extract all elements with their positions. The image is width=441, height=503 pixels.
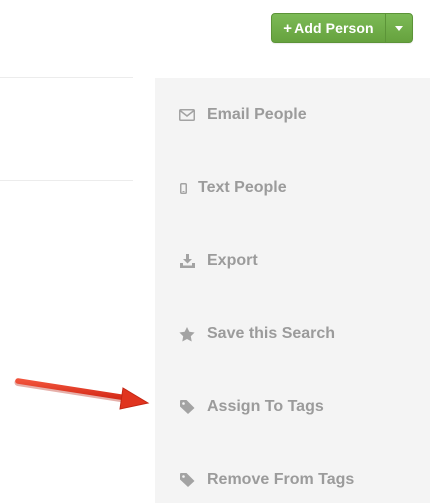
save-search-label: Save this Search xyxy=(207,325,336,342)
star-icon xyxy=(179,326,195,342)
download-icon xyxy=(179,253,195,269)
add-person-dropdown-toggle[interactable] xyxy=(386,14,412,42)
email-people-action[interactable]: Email People xyxy=(179,100,307,130)
add-person-label: Add Person xyxy=(294,20,374,36)
bulk-actions-panel: Email People Text People Export Save thi… xyxy=(155,78,430,503)
assign-to-tags-action[interactable]: Assign To Tags xyxy=(179,392,324,422)
content-divider xyxy=(0,180,133,181)
export-action[interactable]: Export xyxy=(179,246,258,276)
export-label: Export xyxy=(207,252,258,269)
tag-icon xyxy=(179,472,195,488)
remove-from-tags-action[interactable]: Remove From Tags xyxy=(179,465,354,495)
tag-icon xyxy=(179,399,195,415)
remove-from-tags-label: Remove From Tags xyxy=(207,471,355,488)
text-people-label: Text People xyxy=(198,179,287,196)
plus-icon: + xyxy=(283,19,293,37)
add-person-button[interactable]: + Add Person xyxy=(272,14,386,42)
envelope-icon xyxy=(179,107,195,123)
people-page: + Add Person Email People Text People Ex… xyxy=(0,0,441,503)
caret-down-icon xyxy=(395,25,403,31)
add-person-split-button: + Add Person xyxy=(271,13,413,43)
text-people-action[interactable]: Text People xyxy=(179,173,287,203)
email-people-label: Email People xyxy=(207,106,307,123)
assign-to-tags-label: Assign To Tags xyxy=(207,398,324,415)
mobile-phone-icon xyxy=(179,180,187,196)
content-divider xyxy=(0,77,133,78)
save-search-action[interactable]: Save this Search xyxy=(179,319,335,349)
